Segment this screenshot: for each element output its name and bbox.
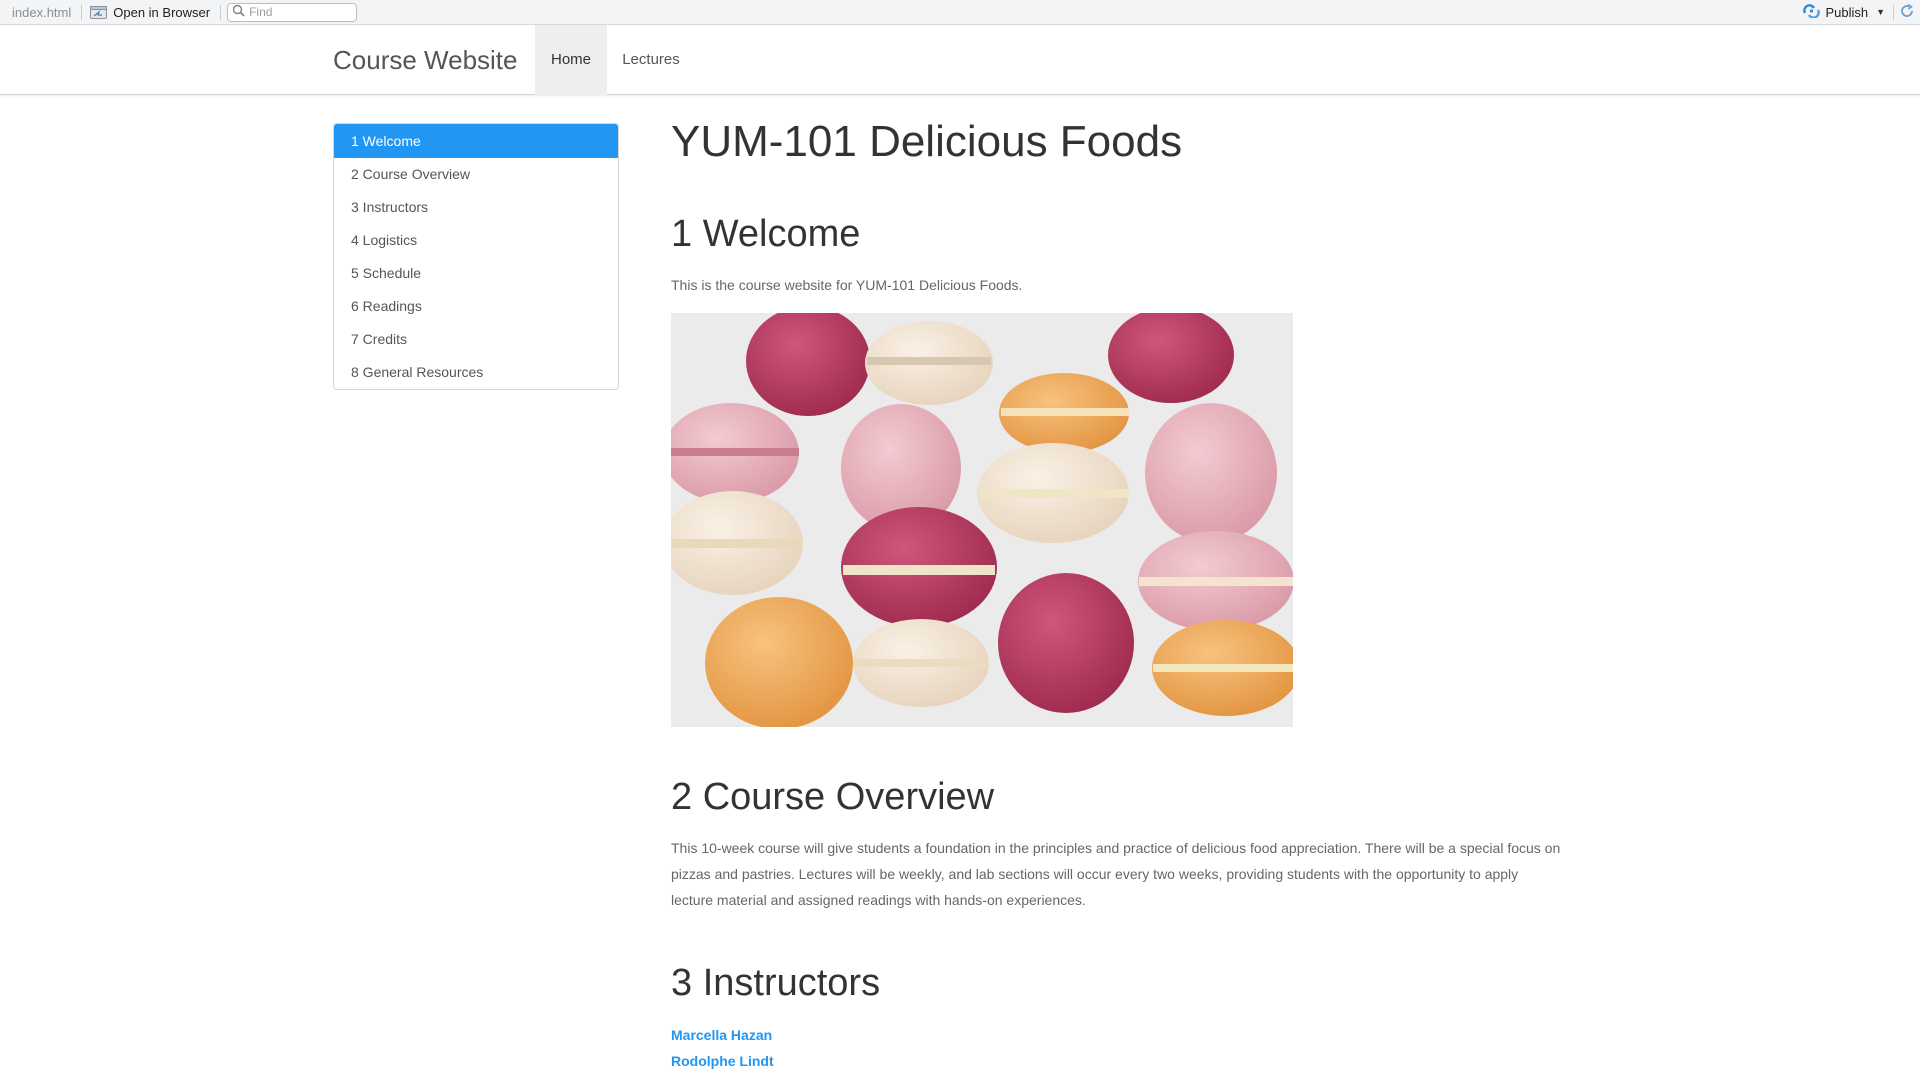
nav-tab-lectures[interactable]: Lectures [608,25,694,95]
chevron-down-icon: ▼ [1876,7,1885,17]
macaron [705,597,853,727]
filename-label: index.html [12,4,72,20]
open-in-browser-button[interactable]: Open in Browser [82,0,220,25]
section-heading-instructors: 3 Instructors [671,962,881,1004]
toc-item-schedule[interactable]: 5 Schedule [334,257,618,290]
toc-item-credits[interactable]: 7 Credits [334,323,618,356]
viewer-toolbar: index.html Open in Browser Find Publish … [0,0,1920,25]
toc-item-logistics[interactable]: 4 Logistics [334,224,618,257]
toc-item-course-overview[interactable]: 2 Course Overview [334,158,618,191]
refresh-icon [1899,3,1915,22]
section-heading-welcome: 1 Welcome [671,213,861,255]
page-title: YUM-101 Delicious Foods [671,117,1183,166]
nav-tab-home[interactable]: Home [535,25,607,95]
find-box[interactable] [227,2,358,22]
site-navbar: Course Website Home Lectures [0,25,1920,95]
instructor-link[interactable]: Marcella Hazan [671,1027,772,1043]
refresh-button[interactable] [1894,0,1920,25]
site-brand[interactable]: Course Website [333,25,518,95]
macaron [998,573,1134,713]
section-heading-course-overview: 2 Course Overview [671,776,995,818]
find-input[interactable] [249,5,350,19]
welcome-text: This is the course website for YUM-101 D… [671,277,1023,293]
publish-label: Publish [1825,4,1869,20]
course-overview-text: This 10-week course will give students a… [671,840,1561,908]
toolbar-divider [220,4,222,20]
open-in-browser-label: Open in Browser [113,4,211,20]
toolbar-right: Publish ▼ [1795,0,1920,25]
toc-item-readings[interactable]: 6 Readings [334,290,618,323]
publish-icon [1803,3,1821,21]
instructor-link[interactable]: Rodolphe Lindt [671,1053,774,1069]
publish-button[interactable]: Publish ▼ [1795,0,1893,25]
toc-item-instructors[interactable]: 3 Instructors [334,191,618,224]
table-of-contents: 1 Welcome 2 Course Overview 3 Instructor… [333,123,619,390]
macarons-image [671,313,1293,727]
toc-item-welcome[interactable]: 1 Welcome [334,124,618,158]
toc-item-general-resources[interactable]: 8 General Resources [334,356,618,389]
macaron [1145,403,1277,543]
search-icon [232,4,245,20]
browser-icon [90,5,108,19]
